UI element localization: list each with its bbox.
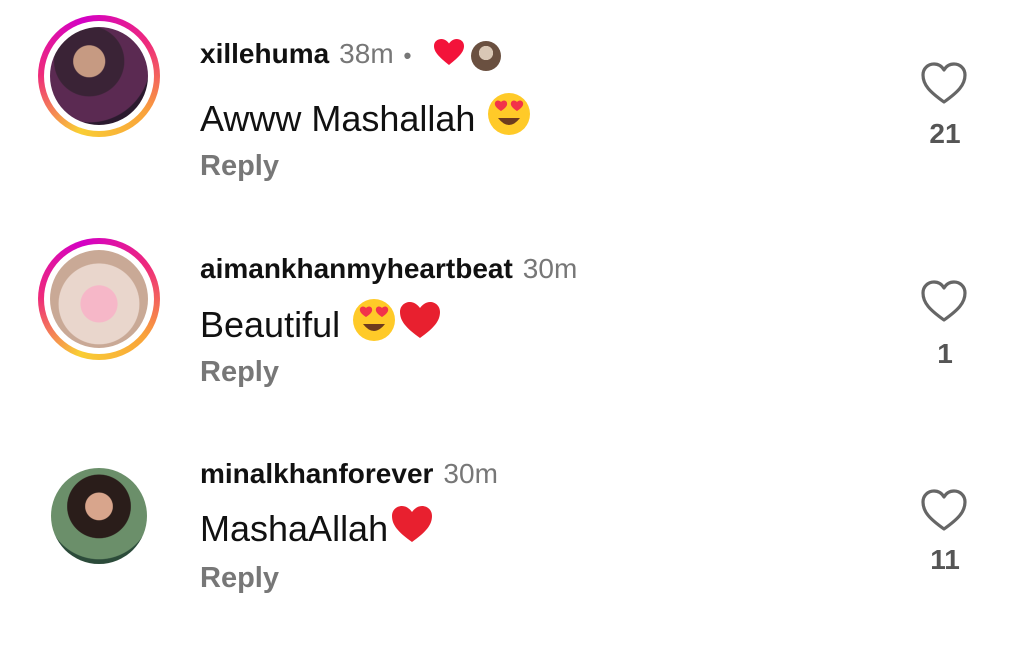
avatar-ring-gap — [44, 244, 154, 354]
creator-avatar — [471, 40, 502, 71]
heart-eyes-emoji — [352, 298, 396, 351]
like-heart-icon[interactable] — [919, 487, 969, 533]
comment-header: minalkhanforever 30m — [200, 458, 498, 490]
comment-item: aimankhanmyheartbeat 30m Beautiful Reply … — [0, 220, 1024, 430]
red-heart-emoji — [398, 300, 442, 349]
comment-text: Beautiful — [200, 303, 341, 345]
comment-text: Awww Mashallah — [200, 97, 476, 139]
like-count: 11 — [930, 544, 960, 575]
separator-dot: • — [403, 43, 412, 68]
timestamp: 30m — [443, 458, 498, 489]
like-count: 1 — [937, 338, 953, 369]
username[interactable]: aimankhanmyheartbeat — [200, 253, 513, 284]
reply-button[interactable]: Reply — [200, 356, 279, 389]
like-count: 21 — [929, 118, 961, 149]
red-heart-emoji — [390, 504, 434, 553]
comment-text-row: MashaAllah — [200, 504, 434, 553]
comment-header: xillehuma 38m • — [200, 38, 502, 73]
avatar — [50, 27, 148, 125]
username[interactable]: xillehuma — [200, 38, 329, 69]
reply-button[interactable]: Reply — [200, 562, 279, 595]
avatar — [51, 468, 147, 564]
creator-liked-heart-icon — [433, 38, 465, 73]
comment-header: aimankhanmyheartbeat 30m — [200, 253, 577, 285]
username[interactable]: minalkhanforever — [200, 458, 433, 489]
timestamp: 38m — [339, 38, 394, 69]
like-heart-icon[interactable] — [919, 278, 969, 324]
avatar-ring-gap — [44, 21, 154, 131]
avatar-story-ring[interactable] — [38, 238, 160, 360]
comment-text-row: Beautiful — [200, 298, 442, 351]
reply-button[interactable]: Reply — [200, 150, 279, 183]
avatar-story-ring[interactable] — [38, 15, 160, 137]
comment-item: minalkhanforever 30m MashaAllah Reply 11 — [0, 440, 1024, 650]
comment-item: xillehuma 38m • Awww Mashallah Reply 21 — [0, 0, 1024, 210]
comment-text: MashaAllah — [200, 507, 389, 549]
comment-text-row: Awww Mashallah — [200, 92, 531, 145]
heart-eyes-emoji — [487, 92, 531, 145]
avatar — [50, 250, 148, 348]
like-heart-icon[interactable] — [919, 60, 969, 106]
avatar-wrapper[interactable] — [38, 455, 160, 577]
timestamp: 30m — [522, 253, 578, 284]
